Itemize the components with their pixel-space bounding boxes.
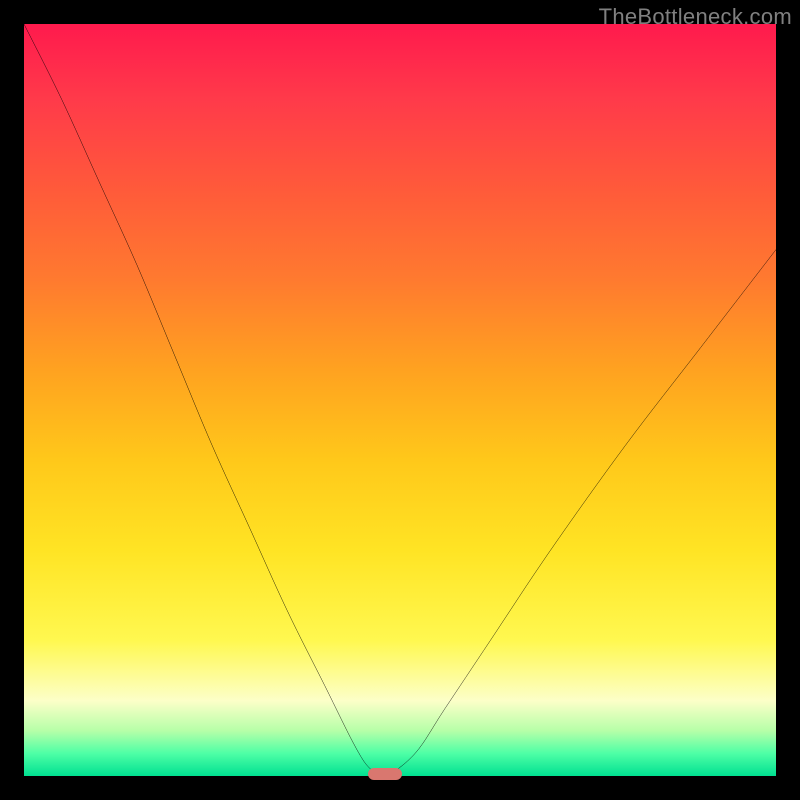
watermark-text: TheBottleneck.com — [599, 4, 792, 30]
chart-frame — [24, 24, 776, 776]
optimal-marker — [368, 768, 402, 780]
bottleneck-curve — [24, 24, 776, 776]
